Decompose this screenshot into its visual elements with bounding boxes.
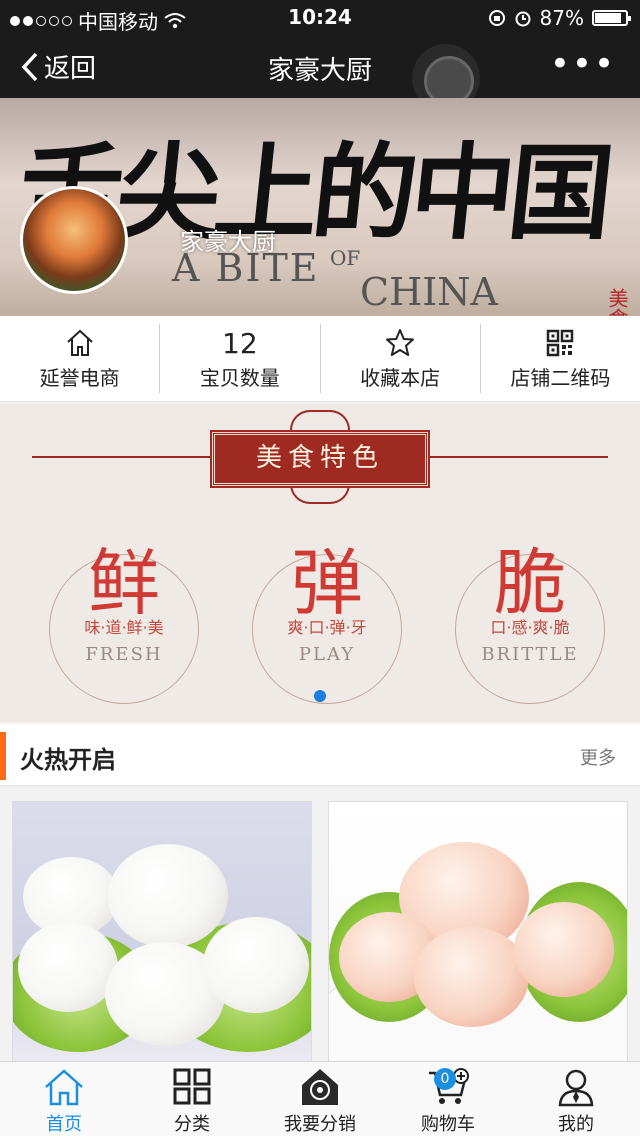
divider-line xyxy=(430,456,608,458)
banner-subtitle-2: CHINA xyxy=(360,270,498,314)
grid-icon xyxy=(173,1068,211,1105)
features-title: 美食特色 xyxy=(210,430,430,488)
feature-en-play: PLAY xyxy=(298,644,356,665)
navigation-bar: 返回 家豪大厨 ••• xyxy=(0,34,640,112)
divider-line xyxy=(32,456,210,458)
home-icon xyxy=(66,329,93,356)
tab-category-label: 分类 xyxy=(174,1114,210,1135)
home-icon xyxy=(45,1069,83,1106)
shop-home-cell[interactable]: 延誉电商 xyxy=(0,324,161,393)
carousel-page-indicator[interactable] xyxy=(314,690,326,702)
tab-profile-label: 我的 xyxy=(558,1114,594,1135)
shrimp-ball xyxy=(414,927,529,1027)
feature-desc-play: 爽·口·弹·牙 xyxy=(287,618,367,637)
shop-name: 家豪大厨 xyxy=(180,228,276,256)
status-right: 87% xyxy=(488,6,631,30)
fish-ball-product[interactable] xyxy=(12,801,312,1065)
star-icon xyxy=(386,329,415,356)
shop-qr-cell[interactable]: 店铺二维码 xyxy=(481,324,640,393)
tab-category[interactable]: 分类 xyxy=(128,1062,256,1136)
status-bar: 中国移动 10:24 87% xyxy=(0,0,640,34)
distribution-icon xyxy=(302,1069,338,1105)
banner-subtitle-of: OF xyxy=(330,246,361,270)
battery-icon xyxy=(592,10,631,26)
feature-en-brittle: BRITTLE xyxy=(481,644,579,665)
fish-ball xyxy=(108,844,228,948)
favorite-shop-cell[interactable]: 收藏本店 xyxy=(321,324,481,393)
product-count-label: 宝贝数量 xyxy=(199,366,280,390)
tab-distribution[interactable]: 我要分销 xyxy=(256,1062,384,1136)
tab-home-label: 首页 xyxy=(46,1114,82,1135)
product-grid xyxy=(0,787,640,1065)
title-ornament xyxy=(290,410,350,430)
orientation-lock-icon xyxy=(488,10,505,26)
more-options-button[interactable]: ••• xyxy=(550,44,616,84)
features-carousel[interactable]: 美食特色 鲜 味·道·鲜·美 FRESH 弹 爽·口·弹·牙 PLAY 脆 口·… xyxy=(0,404,640,722)
product-count-value: 12 xyxy=(222,326,258,360)
qr-code-icon xyxy=(547,329,574,357)
page-title: 家豪大厨 xyxy=(267,56,372,86)
alarm-icon xyxy=(515,11,531,27)
tab-distribution-label: 我要分销 xyxy=(284,1114,356,1135)
shrimp-ball xyxy=(514,902,614,997)
shop-info-bar: 延誉电商 12 宝贝数量 收藏本店 店铺二维码 xyxy=(0,316,640,402)
banner-seal: 美食 xyxy=(605,288,629,316)
product-count-cell[interactable]: 12 宝贝数量 xyxy=(160,324,321,393)
shrimp-ball-product[interactable] xyxy=(328,801,628,1065)
feature-en-fresh: FRESH xyxy=(85,644,163,665)
section-header: 火热开启 更多 xyxy=(0,724,640,786)
title-ornament xyxy=(290,484,350,504)
favorite-shop-label: 收藏本店 xyxy=(360,366,441,390)
battery-percent: 87% xyxy=(539,6,584,30)
feature-desc-fresh: 味·道·鲜·美 xyxy=(84,618,164,637)
section-accent-bar xyxy=(0,732,6,780)
shop-avatar[interactable] xyxy=(20,186,128,294)
user-icon xyxy=(558,1069,594,1107)
shop-home-label: 延誉电商 xyxy=(39,366,120,390)
tab-profile[interactable]: 我的 xyxy=(512,1062,640,1136)
tab-cart-label: 购物车 xyxy=(421,1114,475,1135)
fish-ball xyxy=(18,922,118,1012)
section-more-link[interactable]: 更多 xyxy=(580,744,616,770)
bottom-tab-bar: 首页 分类 我要分销 0 购物车 我的 xyxy=(0,1061,640,1136)
tab-home[interactable]: 首页 xyxy=(0,1062,128,1136)
shop-qr-label: 店铺二维码 xyxy=(510,366,611,390)
fish-ball xyxy=(203,917,309,1013)
section-title: 火热开启 xyxy=(20,746,116,774)
cart-count-badge: 0 xyxy=(434,1068,456,1090)
feature-desc-brittle: 口·感·爽·脆 xyxy=(490,618,570,637)
tab-cart[interactable]: 0 购物车 xyxy=(384,1062,512,1136)
